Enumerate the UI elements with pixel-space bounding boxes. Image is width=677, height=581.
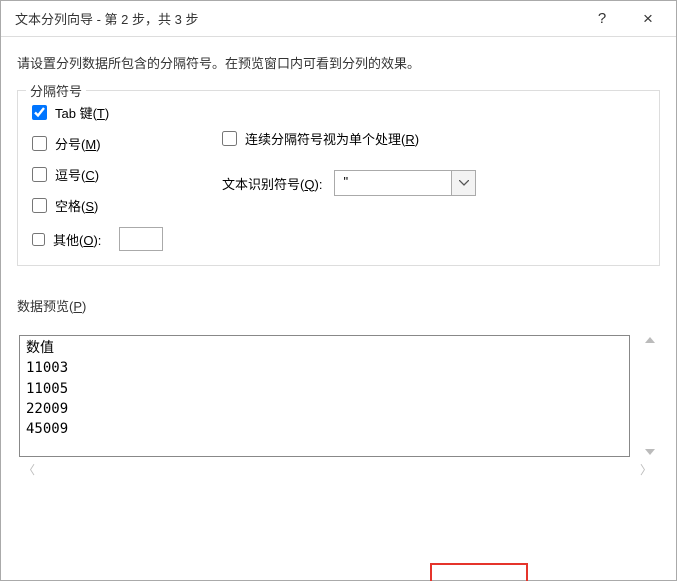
other-delimiter-input[interactable] xyxy=(119,227,163,251)
help-button[interactable]: ? xyxy=(580,4,624,34)
chevron-down-icon[interactable] xyxy=(451,171,475,195)
instruction-text: 请设置分列数据所包含的分隔符号。在预览窗口内可看到分列的效果。 xyxy=(17,53,660,72)
dialog-title: 文本分列向导 - 第 2 步，共 3 步 xyxy=(15,9,580,28)
comma-checkbox[interactable] xyxy=(32,167,47,182)
other-checkbox[interactable] xyxy=(32,233,45,246)
comma-checkbox-row[interactable]: 逗号(C) xyxy=(32,165,192,184)
close-button[interactable]: × xyxy=(624,4,672,34)
scroll-right-icon[interactable]: 〉 xyxy=(640,461,652,478)
preview-label: 数据预览(P) xyxy=(17,296,660,315)
semicolon-checkbox[interactable] xyxy=(32,136,47,151)
consecutive-label[interactable]: 连续分隔符号视为单个处理(R) xyxy=(245,129,419,148)
tab-label[interactable]: Tab 键(T) xyxy=(55,103,109,122)
consecutive-checkbox-row[interactable]: 连续分隔符号视为单个处理(R) xyxy=(222,129,476,148)
space-checkbox-row[interactable]: 空格(S) xyxy=(32,196,192,215)
text-to-columns-wizard-dialog: 文本分列向导 - 第 2 步，共 3 步 ? × 请设置分列数据所包含的分隔符号… xyxy=(0,0,677,581)
comma-label[interactable]: 逗号(C) xyxy=(55,165,99,184)
dialog-content: 请设置分列数据所包含的分隔符号。在预览窗口内可看到分列的效果。 分隔符号 Tab… xyxy=(1,37,676,580)
semicolon-label[interactable]: 分号(M) xyxy=(55,134,101,153)
space-label[interactable]: 空格(S) xyxy=(55,196,98,215)
titlebar: 文本分列向导 - 第 2 步，共 3 步 ? × xyxy=(1,1,676,37)
other-label[interactable]: 其他(O): xyxy=(53,230,101,249)
preview-row: 数值 xyxy=(26,338,623,358)
preview-row: 45009 xyxy=(26,419,623,439)
delimiters-legend: 分隔符号 xyxy=(26,81,86,100)
horizontal-scrollbar[interactable]: 〈 〉 xyxy=(17,459,660,478)
qualifier-value: " xyxy=(335,171,451,195)
scroll-left-icon[interactable]: 〈 xyxy=(23,461,35,478)
preview-box: 数值 11003 11005 22009 45009 xyxy=(19,335,630,457)
semicolon-checkbox-row[interactable]: 分号(M) xyxy=(32,134,192,153)
tab-checkbox-row[interactable]: Tab 键(T) xyxy=(32,103,192,122)
other-checkbox-row[interactable]: 其他(O): xyxy=(32,227,192,251)
preview-row: 11005 xyxy=(26,379,623,399)
scroll-up-icon[interactable] xyxy=(645,337,655,343)
tab-checkbox[interactable] xyxy=(32,105,47,120)
qualifier-label: 文本识别符号(Q): xyxy=(222,174,322,193)
consecutive-checkbox[interactable] xyxy=(222,131,237,146)
preview-row: 22009 xyxy=(26,399,623,419)
preview-row: 11003 xyxy=(26,358,623,378)
scroll-down-icon[interactable] xyxy=(645,449,655,455)
space-checkbox[interactable] xyxy=(32,198,47,213)
delimiters-group: 分隔符号 Tab 键(T) 分号(M) 逗号(C) xyxy=(17,90,660,266)
text-qualifier-row: 文本识别符号(Q): " xyxy=(222,170,476,196)
preview-wrapper: 数值 11003 11005 22009 45009 xyxy=(17,335,638,457)
qualifier-select[interactable]: " xyxy=(334,170,476,196)
vertical-scrollbar[interactable] xyxy=(640,335,660,457)
